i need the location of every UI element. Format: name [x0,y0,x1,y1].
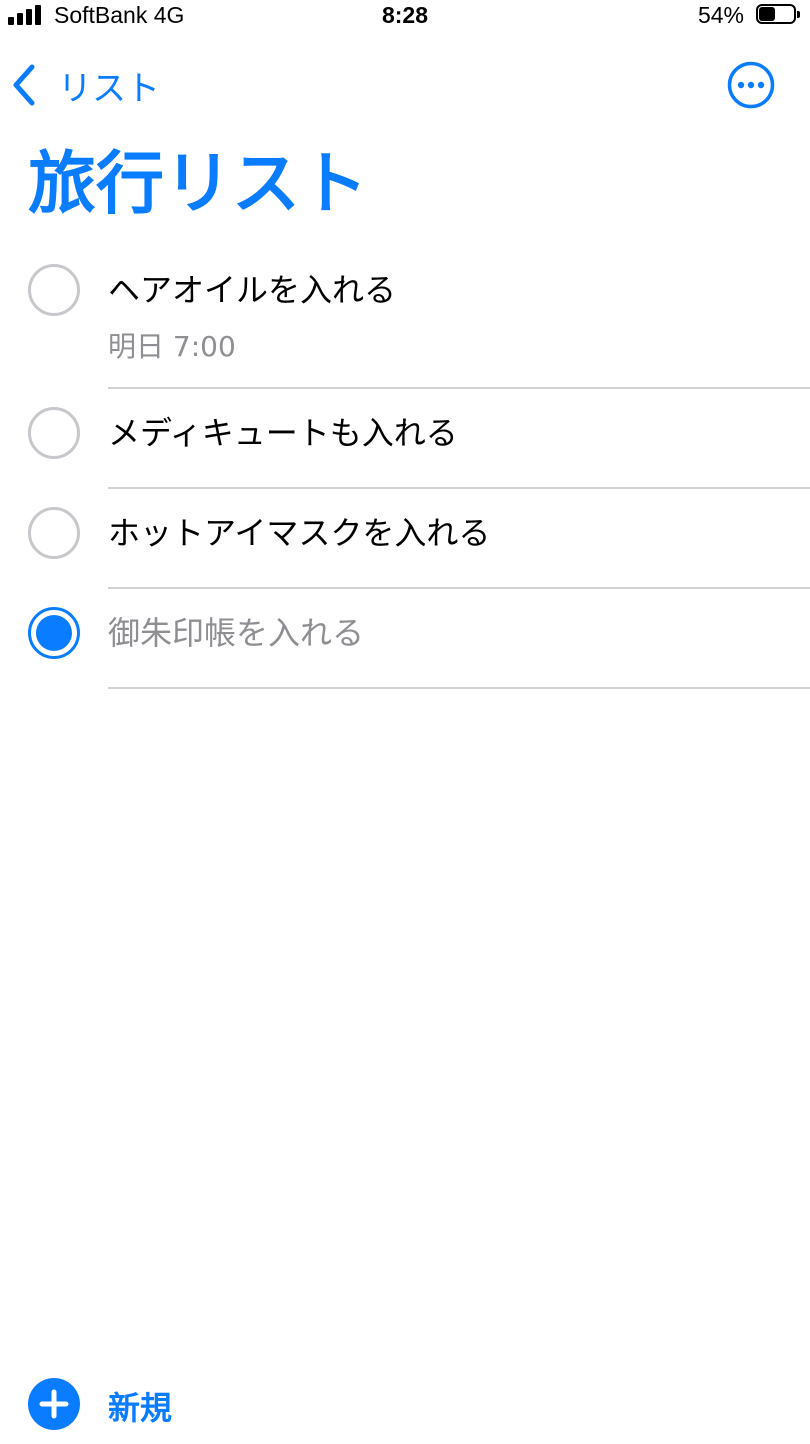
reminder-item[interactable]: メディキュートも入れる [0,389,810,489]
reminder-title[interactable]: ヘアオイルを入れる [108,270,396,310]
more-options-button[interactable] [727,61,775,109]
completion-toggle[interactable] [28,407,80,459]
unchecked-circle-icon [28,407,80,459]
completion-toggle[interactable] [28,507,80,559]
status-bar: SoftBank 4G 8:28 54% [0,0,810,32]
reminder-list: ヘアオイルを入れる 明日 7:00 メディキュートも入れる ホットアイマスクを入… [0,240,810,689]
checked-circle-icon [28,607,80,659]
battery-percent: 54% [697,2,744,28]
unchecked-circle-icon [28,264,80,316]
chevron-left-icon [10,63,38,107]
plus-circle-icon [28,1378,80,1434]
page-title: 旅行リスト [28,145,369,224]
reminder-title[interactable]: 御朱印帳を入れる [108,613,364,653]
back-button-label: リスト [58,68,160,109]
completion-toggle[interactable] [28,264,80,316]
new-reminder-button[interactable]: 新規 [28,1378,173,1434]
reminder-item[interactable]: ヘアオイルを入れる 明日 7:00 [0,240,810,389]
battery-icon [756,4,802,26]
reminder-due-date: 明日 7:00 [108,330,236,363]
new-reminder-label: 新規 [108,1389,173,1427]
status-time: 8:28 [381,2,429,28]
reminder-title[interactable]: ホットアイマスクを入れる [108,513,490,553]
reminder-title[interactable]: メディキュートも入れる [108,413,458,453]
reminder-item[interactable]: ホットアイマスクを入れる [0,489,810,589]
back-button[interactable]: リスト [10,60,160,110]
reminder-item[interactable]: 御朱印帳を入れる [0,589,810,689]
ellipsis-circle-icon [727,61,775,113]
unchecked-circle-icon [28,507,80,559]
row-divider [108,687,810,689]
completion-toggle[interactable] [28,607,80,659]
